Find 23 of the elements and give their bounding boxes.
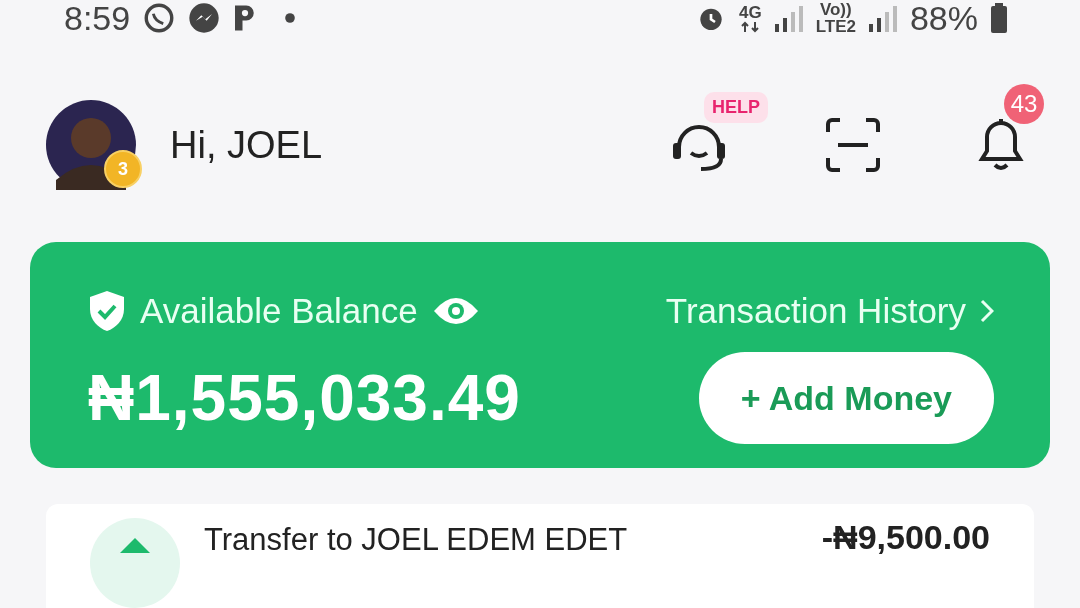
network-label: 4G (738, 3, 762, 21)
transaction-amount: -₦9,500.00 (821, 518, 990, 557)
notification-count: 43 (1004, 84, 1044, 124)
volte-label: Vo)) (819, 1, 852, 18)
dot-icon (284, 12, 297, 24)
transaction-row[interactable]: Transfer to JOEL EDEM EDET -₦9,500.00 (46, 504, 1034, 608)
transaction-history-link[interactable]: Transaction History (665, 291, 994, 331)
clock-time: 8:59 (64, 0, 131, 38)
help-badge: HELP (704, 92, 768, 123)
greeting-text: Hi, JOEL (170, 123, 324, 167)
battery-icon (990, 3, 1008, 33)
balance-label: Available Balance (140, 291, 418, 331)
data-arrows-icon (740, 20, 761, 33)
add-money-button[interactable]: + Add Money (698, 352, 994, 444)
balance-amount: ₦1,555,033.49 (88, 361, 521, 435)
eye-icon[interactable] (431, 295, 480, 327)
transaction-title: Transfer to JOEL EDEM EDET (204, 522, 629, 558)
chevron-icon (980, 299, 994, 323)
shield-icon (88, 290, 126, 332)
battery-percent: 88% (909, 0, 978, 38)
signal-icon (773, 4, 804, 32)
lte-label: LTE2 (815, 18, 856, 35)
signal-icon (867, 4, 898, 32)
